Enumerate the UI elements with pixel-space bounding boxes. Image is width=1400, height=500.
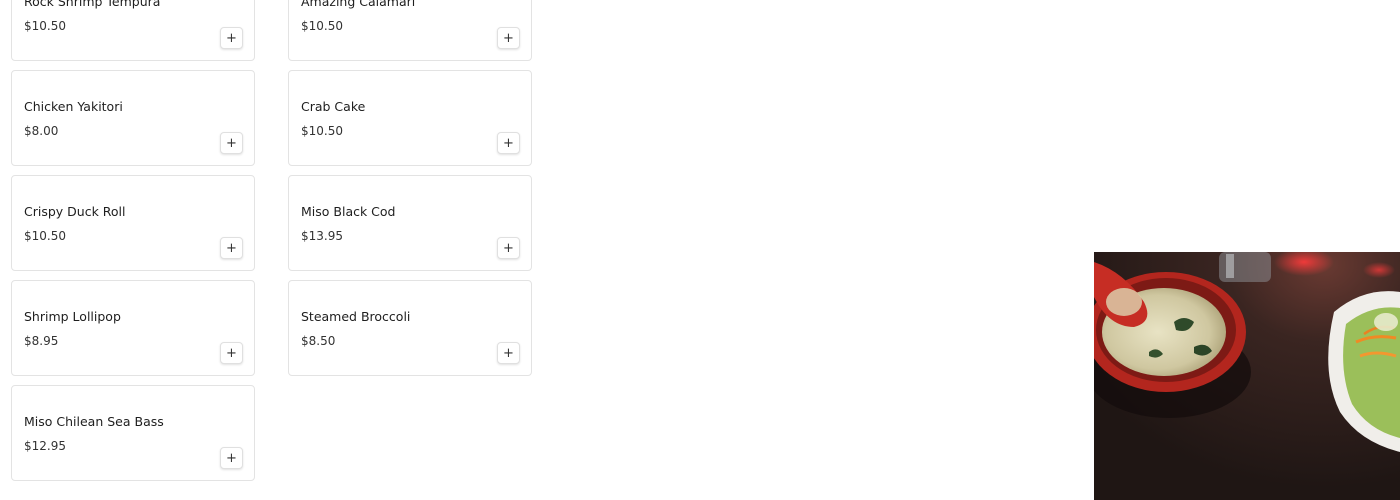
menu-grid: Rock Shrimp Tempura $10.50 + Amazing Cal… [11,0,532,481]
menu-page: Rock Shrimp Tempura $10.50 + Amazing Cal… [0,0,1400,500]
item-price: $8.50 [301,334,336,348]
add-to-cart-button[interactable]: + [220,447,243,469]
add-to-cart-button[interactable]: + [220,342,243,364]
item-name: Crispy Duck Roll [24,204,126,219]
plus-icon: + [226,345,237,361]
item-name: Amazing Calamari [301,0,416,9]
item-name: Steamed Broccoli [301,309,411,324]
item-price: $10.50 [24,19,66,33]
food-photo [1094,252,1400,500]
menu-item-card[interactable]: Chicken Yakitori $8.00 + [11,70,255,166]
item-price: $10.50 [24,229,66,243]
item-name: Chicken Yakitori [24,99,123,114]
add-to-cart-button[interactable]: + [220,237,243,259]
add-to-cart-button[interactable]: + [497,237,520,259]
plus-icon: + [503,30,514,46]
add-to-cart-button[interactable]: + [497,342,520,364]
menu-item-card[interactable]: Steamed Broccoli $8.50 + [288,280,532,376]
plus-icon: + [226,450,237,466]
menu-item-card[interactable]: Miso Black Cod $13.95 + [288,175,532,271]
item-price: $12.95 [24,439,66,453]
add-to-cart-button[interactable]: + [497,27,520,49]
item-name: Rock Shrimp Tempura [24,0,161,9]
menu-item-card[interactable]: Shrimp Lollipop $8.95 + [11,280,255,376]
item-name: Crab Cake [301,99,366,114]
item-name: Shrimp Lollipop [24,309,121,324]
add-to-cart-button[interactable]: + [220,132,243,154]
plus-icon: + [226,30,237,46]
plus-icon: + [503,135,514,151]
item-name: Miso Chilean Sea Bass [24,414,164,429]
plus-icon: + [503,240,514,256]
item-price: $8.00 [24,124,59,138]
add-to-cart-button[interactable]: + [220,27,243,49]
item-name: Miso Black Cod [301,204,396,219]
menu-item-card[interactable]: Rock Shrimp Tempura $10.50 + [11,0,255,61]
item-price: $10.50 [301,19,343,33]
plus-icon: + [503,345,514,361]
item-price: $10.50 [301,124,343,138]
add-to-cart-button[interactable]: + [497,132,520,154]
plus-icon: + [226,240,237,256]
menu-item-card[interactable]: Miso Chilean Sea Bass $12.95 + [11,385,255,481]
item-price: $13.95 [301,229,343,243]
menu-item-card[interactable]: Crab Cake $10.50 + [288,70,532,166]
item-price: $8.95 [24,334,59,348]
plus-icon: + [226,135,237,151]
menu-item-card[interactable]: Amazing Calamari $10.50 + [288,0,532,61]
menu-item-card[interactable]: Crispy Duck Roll $10.50 + [11,175,255,271]
